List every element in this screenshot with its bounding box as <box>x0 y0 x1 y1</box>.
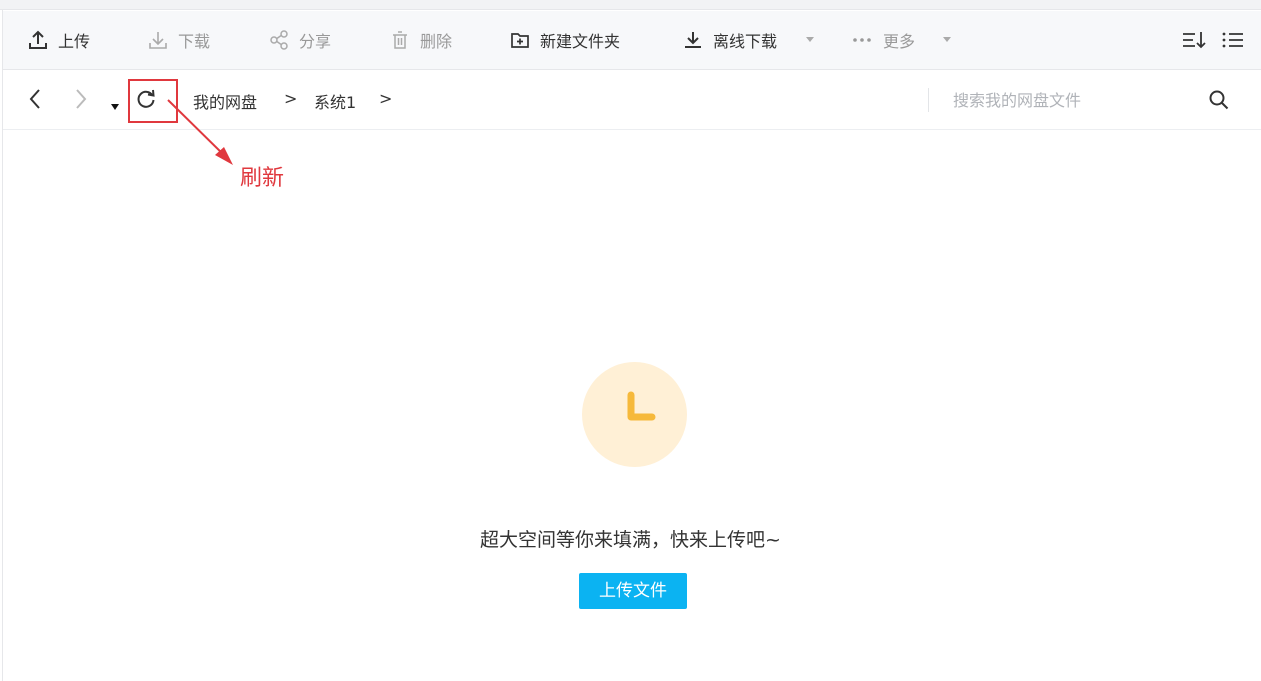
upload-file-button[interactable]: 上传文件 <box>579 573 687 609</box>
empty-clock-icon <box>582 362 687 467</box>
empty-state-message: 超大空间等你来填满，快来上传吧~ <box>480 529 781 551</box>
annotation-label: 刷新 <box>240 166 285 191</box>
